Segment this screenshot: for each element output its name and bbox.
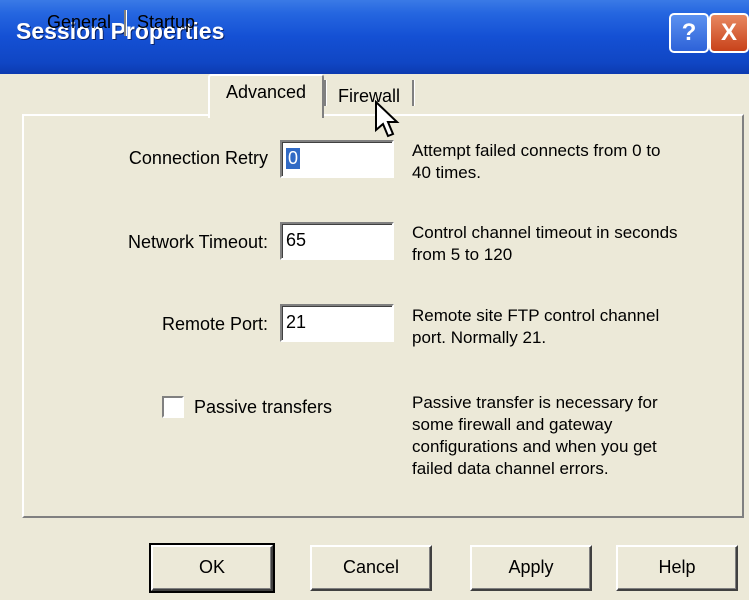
- remote-port-description: Remote site FTP control channel port. No…: [412, 306, 660, 347]
- tab-separator: [412, 80, 415, 106]
- close-icon[interactable]: X: [709, 13, 749, 53]
- session-properties-dialog: Session Properties ? X General Startup A…: [0, 0, 749, 600]
- remote-port-value: 21: [286, 312, 307, 332]
- help-button[interactable]: Help: [616, 545, 738, 591]
- network-timeout-field[interactable]: 65: [280, 222, 394, 260]
- network-timeout-description: Control channel timeout in seconds from …: [412, 223, 678, 264]
- connection-retry-description: Attempt failed connects from 0 to 40 tim…: [412, 141, 661, 182]
- ok-button[interactable]: OK: [149, 543, 275, 593]
- tab-startup[interactable]: Startup: [128, 6, 204, 40]
- tab-separator: [324, 80, 327, 106]
- cancel-button[interactable]: Cancel: [310, 545, 432, 591]
- network-timeout-value: 65: [286, 230, 307, 250]
- passive-transfers-label[interactable]: Passive transfers: [194, 397, 332, 418]
- mouse-pointer-icon: [375, 100, 400, 138]
- help-icon[interactable]: ?: [669, 13, 709, 53]
- remote-port-label: Remote Port:: [161, 314, 268, 334]
- connection-retry-field[interactable]: 0: [280, 140, 394, 178]
- apply-button[interactable]: Apply: [470, 545, 592, 591]
- connection-retry-value: 0: [286, 148, 301, 169]
- passive-transfers-checkbox[interactable]: [162, 396, 184, 418]
- passive-transfers-description: Passive transfer is necessary for some f…: [412, 393, 658, 478]
- tab-separator: [124, 10, 127, 36]
- network-timeout-label: Network Timeout:: [127, 232, 268, 252]
- tab-advanced[interactable]: Advanced: [208, 74, 324, 118]
- connection-retry-label: Connection Retry: [128, 148, 268, 168]
- tab-general[interactable]: General: [36, 6, 122, 40]
- remote-port-field[interactable]: 21: [280, 304, 394, 342]
